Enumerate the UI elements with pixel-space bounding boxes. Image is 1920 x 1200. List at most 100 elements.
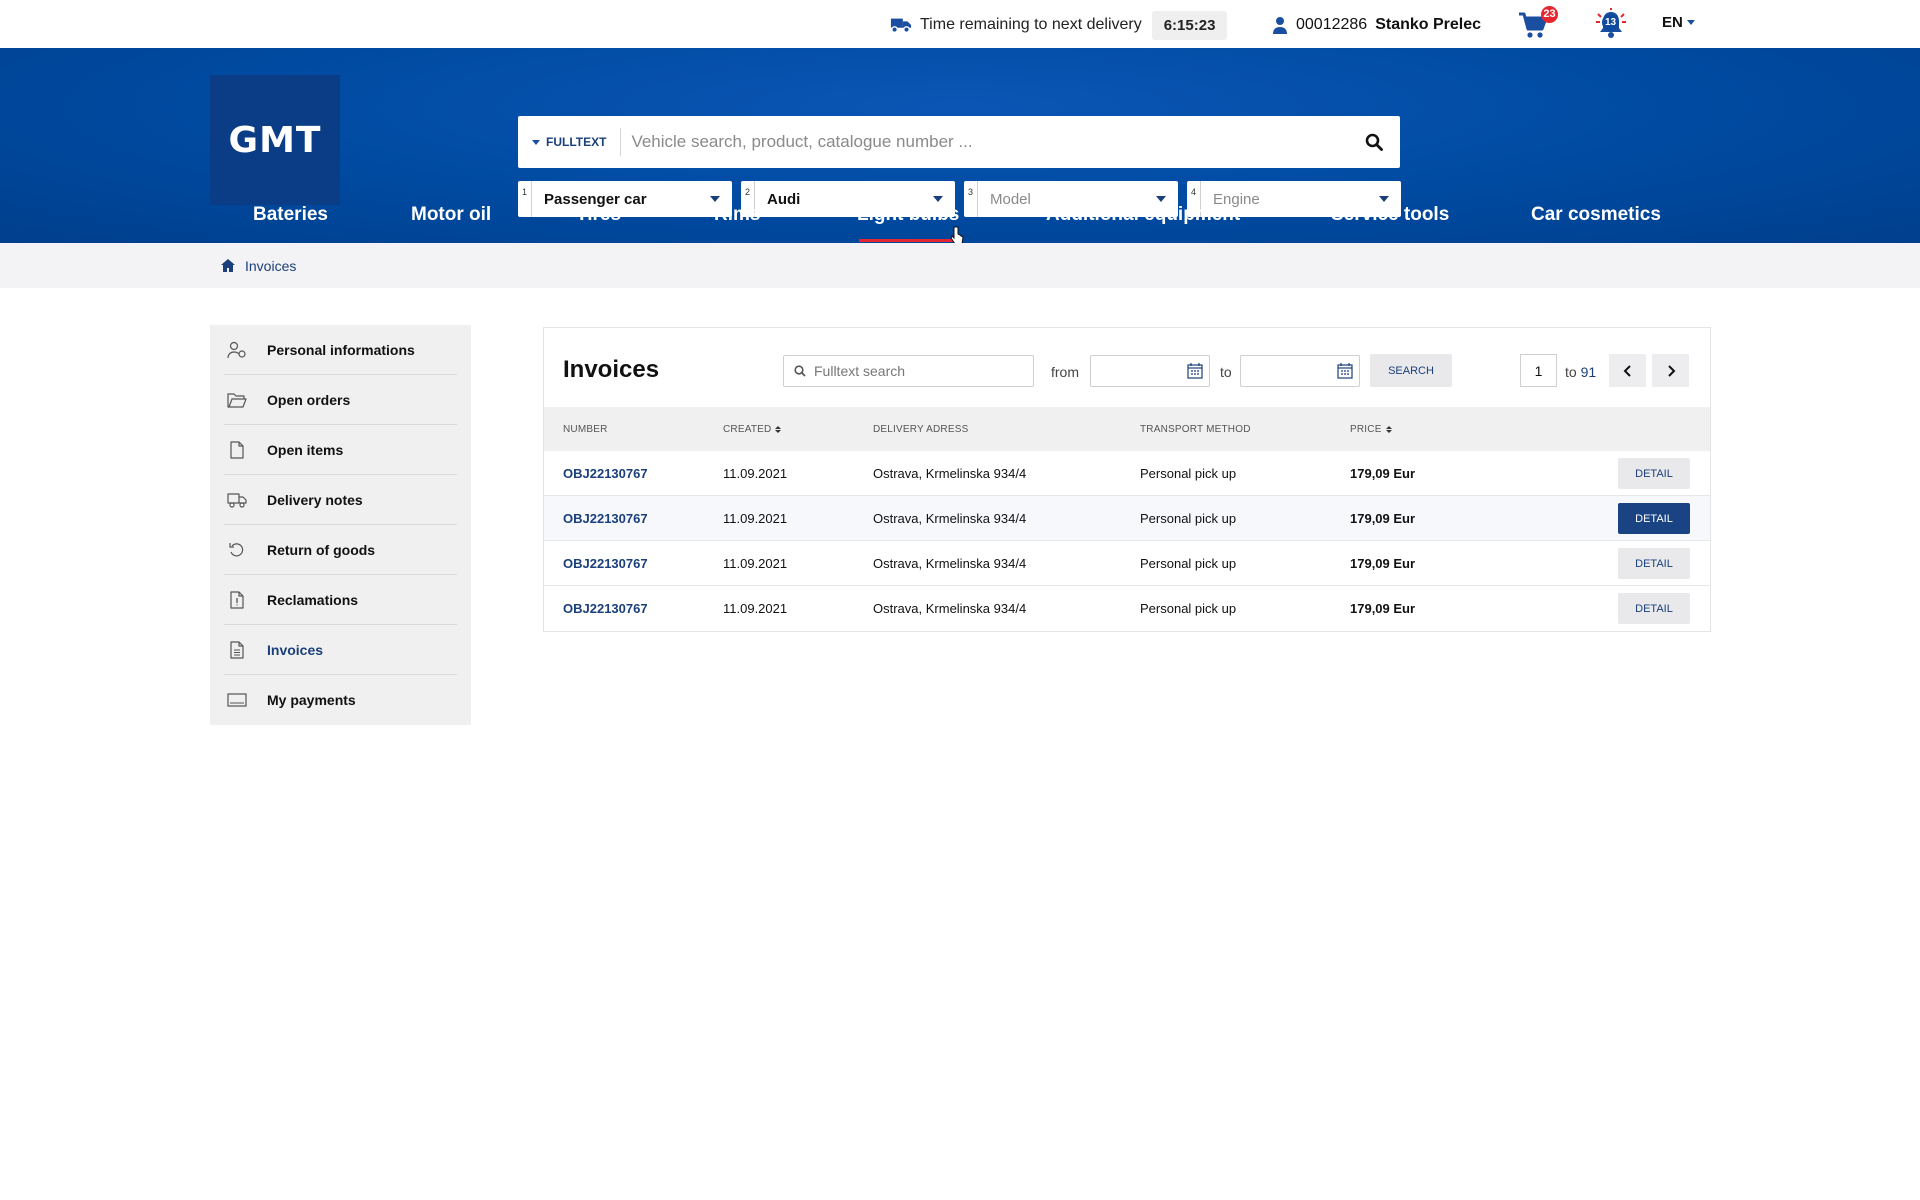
cart-button[interactable]: 23 — [1518, 6, 1558, 39]
chevron-left-icon — [1623, 364, 1631, 377]
to-label: to — [1220, 364, 1232, 380]
vehicle-search-bar: FULLTEXT — [518, 116, 1400, 168]
search-button[interactable]: SEARCH — [1370, 354, 1452, 387]
category-car-cosmetics[interactable]: Car cosmetics — [1531, 204, 1661, 226]
sidebar-item-personal-informations[interactable]: Personal informations — [224, 325, 457, 375]
card-icon — [227, 691, 247, 709]
folder-open-icon — [227, 391, 247, 409]
sidebar-item-label: Reclamations — [267, 591, 359, 608]
sidebar-item-label: Open items — [267, 441, 344, 458]
notifications-button[interactable]: 13 — [1594, 8, 1628, 40]
chevron-right-icon — [1667, 364, 1675, 377]
detail-button[interactable]: DETAIL — [1618, 593, 1690, 624]
user-name: Stanko Prelec — [1375, 16, 1482, 33]
created-date: 11.09.2021 — [723, 601, 788, 616]
fulltext-search-field[interactable] — [783, 355, 1034, 387]
search-mode-label: FULLTEXT — [546, 135, 607, 149]
column-label: NUMBER — [563, 424, 608, 435]
date-to-input[interactable] — [1240, 355, 1360, 387]
notification-count-badge: 13 — [1602, 14, 1619, 31]
breadcrumb: Invoices — [0, 243, 1920, 288]
sort-icon — [775, 426, 782, 433]
category-rims[interactable]: Rims — [714, 204, 760, 226]
file-text-icon — [227, 640, 247, 659]
calendar-icon[interactable] — [1337, 363, 1353, 379]
language-selector[interactable]: EN — [1662, 14, 1695, 31]
search-mode-dropdown[interactable]: FULLTEXT — [518, 128, 622, 156]
undo-icon — [227, 541, 247, 559]
truck-icon — [890, 18, 912, 34]
sidebar-item-return-of-goods[interactable]: Return of goods — [224, 525, 457, 575]
invoice-number-link[interactable]: OBJ22130767 — [563, 466, 648, 481]
column-number: NUMBER — [563, 424, 608, 435]
created-date: 11.09.2021 — [723, 511, 788, 526]
sidebar-item-label: Personal informations — [267, 341, 415, 358]
column-label: CREATED — [723, 424, 772, 435]
column-price[interactable]: PRICE — [1350, 424, 1392, 435]
page-number-input[interactable]: 1 — [1520, 354, 1557, 387]
invoice-number-link[interactable]: OBJ22130767 — [563, 556, 648, 571]
invoice-number-link[interactable]: OBJ22130767 — [563, 601, 648, 616]
file-warning-icon — [227, 590, 247, 609]
home-icon[interactable] — [221, 259, 235, 272]
detail-button[interactable]: DETAIL — [1618, 458, 1690, 489]
detail-button[interactable]: DETAIL — [1618, 503, 1690, 534]
category-service-tools[interactable]: Service tools — [1331, 204, 1449, 226]
fulltext-search-input[interactable] — [814, 363, 1033, 379]
column-created[interactable]: CREATED — [723, 424, 782, 435]
created-date: 11.09.2021 — [723, 556, 788, 571]
transport-method: Personal pick up — [1140, 466, 1237, 481]
sidebar-item-reclamations[interactable]: Reclamations — [224, 575, 457, 625]
sidebar-item-label: Delivery notes — [267, 491, 363, 508]
column-label: TRANSPORT METHOD — [1140, 424, 1251, 435]
delivery-timer: 6:15:23 — [1151, 10, 1228, 40]
page-to-label: to — [1565, 364, 1577, 380]
table-row: OBJ22130767 11.09.2021 Ostrava, Krmelins… — [544, 496, 1710, 541]
cart-count-badge: 23 — [1541, 6, 1558, 23]
page-title: Invoices — [563, 356, 660, 383]
next-page-button[interactable] — [1652, 354, 1689, 387]
prev-page-button[interactable] — [1609, 354, 1646, 387]
invoice-number-link[interactable]: OBJ22130767 — [563, 511, 648, 526]
sort-icon — [1385, 426, 1392, 433]
transport-method: Personal pick up — [1140, 511, 1237, 526]
sidebar-item-invoices[interactable]: Invoices — [224, 625, 457, 675]
sidebar-item-open-orders[interactable]: Open orders — [224, 375, 457, 425]
file-icon — [227, 440, 247, 459]
category-light-bulbs[interactable]: Light bulbs — [857, 204, 960, 242]
category-additional-equipment[interactable]: Additional equipment — [1046, 204, 1240, 226]
user-account[interactable]: 00012286 Stanko Prelec — [1272, 10, 1481, 40]
page-total-value: 91 — [1580, 364, 1597, 380]
delivery-address: Ostrava, Krmelinska 934/4 — [873, 466, 1027, 481]
main-header: GMT FULLTEXT 1 Passenger car 2 Audi 3 Mo… — [0, 48, 1920, 243]
category-tires[interactable]: Tires — [576, 204, 621, 226]
date-from-input[interactable] — [1090, 355, 1210, 387]
logo[interactable]: GMT — [210, 75, 340, 205]
chevron-down-icon — [532, 139, 540, 145]
table-row: OBJ22130767 11.09.2021 Ostrava, Krmelins… — [544, 586, 1710, 631]
delivery-address: Ostrava, Krmelinska 934/4 — [873, 601, 1027, 616]
breadcrumb-current[interactable]: Invoices — [245, 258, 296, 274]
main-search-button[interactable] — [1348, 116, 1400, 168]
sidebar-item-label: My payments — [267, 692, 356, 708]
page-total: to 91 — [1565, 364, 1596, 380]
created-date: 11.09.2021 — [723, 466, 788, 481]
category-motor-oil[interactable]: Motor oil — [411, 204, 491, 226]
sidebar-item-open-items[interactable]: Open items — [224, 425, 457, 475]
sidebar-item-delivery-notes[interactable]: Delivery notes — [224, 475, 457, 525]
calendar-icon[interactable] — [1187, 363, 1203, 379]
table-row: OBJ22130767 11.09.2021 Ostrava, Krmelins… — [544, 451, 1710, 496]
top-utility-bar: Time remaining to next delivery 6:15:23 … — [0, 0, 1920, 48]
sidebar-item-label: Invoices — [267, 641, 324, 658]
transport-method: Personal pick up — [1140, 601, 1237, 616]
sidebar-item-my-payments[interactable]: My payments — [224, 675, 457, 725]
category-bateries[interactable]: Bateries — [253, 204, 328, 226]
transport-method: Personal pick up — [1140, 556, 1237, 571]
detail-button[interactable]: DETAIL — [1618, 548, 1690, 579]
search-icon — [794, 365, 806, 377]
price: 179,09 Eur — [1350, 466, 1416, 481]
language-label: EN — [1662, 14, 1683, 31]
search-icon — [1365, 133, 1383, 151]
main-search-input[interactable] — [621, 122, 1348, 162]
delivery-address: Ostrava, Krmelinska 934/4 — [873, 511, 1027, 526]
